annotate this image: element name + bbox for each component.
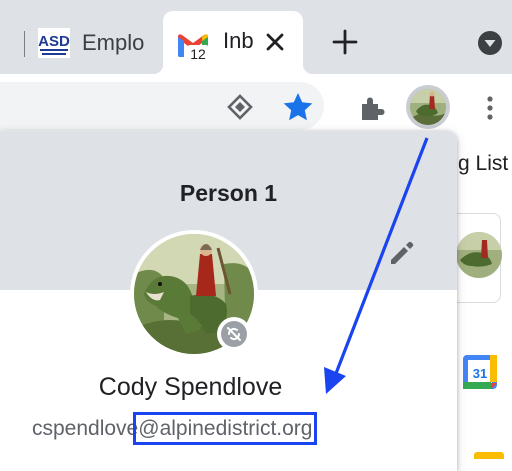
profile-avatar-icon xyxy=(410,89,446,125)
bookmark-star-icon[interactable] xyxy=(282,91,314,123)
browser-toolbar xyxy=(0,74,512,138)
yellow-app-icon xyxy=(474,452,504,459)
tab-search-chevron-icon[interactable] xyxy=(477,30,503,56)
sync-paused-badge xyxy=(217,317,251,351)
tab-strip: ASD Emplo 12 Inb xyxy=(0,0,512,74)
profile-email: cspendlove@alpinedistrict.org xyxy=(32,412,318,445)
profile-name: Cody Spendlove xyxy=(98,373,283,401)
tab-employee[interactable]: ASD Emplo xyxy=(25,13,163,74)
asd-logo-icon: ASD xyxy=(38,28,70,58)
calendar-day: 31 xyxy=(473,366,487,381)
tab-title: Emplo xyxy=(82,30,145,55)
google-calendar-icon[interactable]: 31 xyxy=(462,354,498,390)
card-avatar-icon xyxy=(456,232,502,278)
extension-diamond-icon[interactable] xyxy=(226,93,254,121)
profile-avatar-button[interactable] xyxy=(406,85,450,129)
page-list-label: g List xyxy=(458,152,509,175)
asd-logo-text: ASD xyxy=(38,33,70,50)
address-bar[interactable] xyxy=(0,82,324,130)
edit-pencil-icon[interactable] xyxy=(386,239,416,269)
tab-title: Inb xyxy=(223,28,254,53)
gmail-badge: 12 xyxy=(190,46,206,61)
gmail-icon: 12 xyxy=(178,34,209,61)
profile-menu-popup: Person 1 Cody Spendlove cspendlove@alpin… xyxy=(0,131,457,471)
email-domain-highlight: @alpinedistrict.org xyxy=(133,412,318,445)
close-icon[interactable] xyxy=(262,29,288,55)
tab-inbox[interactable]: 12 Inb xyxy=(153,11,313,74)
extensions-puzzle-icon[interactable] xyxy=(358,94,386,122)
profile-title: Person 1 xyxy=(179,180,278,206)
email-user: cspendlove xyxy=(32,417,139,440)
new-tab-plus-icon[interactable] xyxy=(330,27,360,57)
sync-off-icon xyxy=(221,321,247,347)
more-menu-icon[interactable] xyxy=(480,95,500,121)
